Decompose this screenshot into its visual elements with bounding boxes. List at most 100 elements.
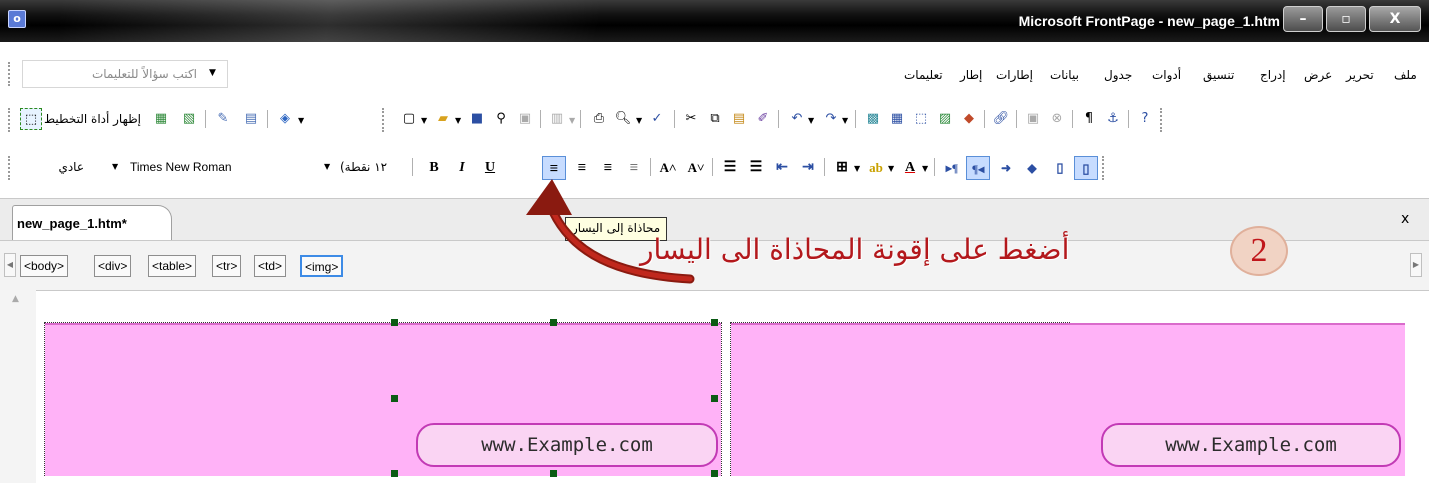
web-component-icon[interactable]: ▩ [862,108,884,130]
help-icon[interactable]: ? [1134,108,1156,130]
url-image-left[interactable]: www.Example.com [416,423,718,467]
print-preview-icon[interactable]: 🔍︎ [612,108,634,130]
redo-icon[interactable]: ↷ [820,108,842,130]
borders-dropdown-icon[interactable]: ▼ [854,164,860,173]
decrease-indent-icon[interactable]: ⇤ [770,156,794,180]
redo-dropdown-icon[interactable]: ▼ [842,116,848,125]
search-icon[interactable]: ⚲ [490,108,512,130]
selection-handle[interactable] [550,319,557,326]
size-dropdown-icon[interactable]: ▼ [324,162,330,171]
show-layout-tool-label[interactable]: إظهار أداة التخطيط [44,112,141,126]
font-combo[interactable]: ▼ Times New Roman [112,156,312,180]
underline-button[interactable]: U [478,156,502,180]
bold-button[interactable]: B [422,156,446,180]
stop-icon[interactable]: ⊗ [1046,108,1068,130]
preview-dropdown-icon[interactable]: ▼ [636,116,642,125]
font-dropdown-icon[interactable]: ▼ [112,162,118,171]
fill-color-dropdown-icon[interactable]: ▼ [298,116,304,125]
print-icon[interactable]: ⎙ [588,108,610,130]
refresh-icon[interactable]: ▣ [1022,108,1044,130]
maximize-button[interactable]: ▫ [1326,6,1366,32]
toggle-pane-icon[interactable]: ▥ [546,108,568,130]
bullet-list-icon[interactable]: ☰ [744,156,768,180]
highlight-dropdown-icon[interactable]: ▼ [888,164,894,173]
italic-button[interactable]: I [450,156,474,180]
selection-handle[interactable] [550,470,557,477]
ltr-icon[interactable]: ▸¶ [940,156,964,180]
menu-frame[interactable]: إطار [960,68,982,82]
tag-scroll-left-icon[interactable]: ◀ [4,253,16,277]
new-dropdown-icon[interactable]: ▼ [421,116,427,125]
arrow-left-icon[interactable]: ◆ [1020,156,1044,180]
menu-data[interactable]: بيانات [1050,68,1079,82]
publish-icon[interactable]: ▣ [514,108,536,130]
spelling-icon[interactable]: ✓ [646,108,668,130]
pane-dropdown-icon[interactable]: ▼ [569,116,575,125]
minimize-button[interactable]: – [1283,6,1323,32]
insert-layer-icon[interactable]: ⬚ [910,108,932,130]
page-rtl-icon[interactable]: ▯ [1074,156,1098,180]
help-dropdown-icon[interactable]: ▼ [209,68,216,78]
new-page-icon[interactable]: ▢ [398,108,420,130]
quick-tag-body[interactable]: <body> [20,255,69,277]
quick-tag-div[interactable]: <div> [94,255,132,277]
selection-handle[interactable] [711,395,718,402]
highlight-icon[interactable]: ab [864,156,888,180]
format-painter-icon[interactable]: ✐ [752,108,774,130]
rtl-icon[interactable]: ¶◂ [966,156,990,180]
save-icon[interactable]: ■ [466,108,488,130]
selection-handle[interactable] [711,470,718,477]
undo-dropdown-icon[interactable]: ▼ [808,116,814,125]
close-button[interactable]: X [1369,6,1421,32]
toolbar-grip-left[interactable] [8,108,14,132]
menu-view[interactable]: عرض [1304,68,1332,82]
numbered-list-icon[interactable]: ☰ [718,156,742,180]
menu-edit[interactable]: تحرير [1346,68,1374,82]
table-properties-icon[interactable]: ▤ [240,108,262,130]
undo-icon[interactable]: ↶ [786,108,808,130]
page-ltr-icon[interactable]: ▯ [1048,156,1072,180]
selection-handle[interactable] [711,319,718,326]
close-tab-icon[interactable]: x [1401,211,1409,227]
menubar-grip[interactable] [8,62,14,86]
quick-tag-tr[interactable]: <tr> [212,255,242,277]
style-combo[interactable]: عادي [20,156,90,180]
arrow-right-icon[interactable]: ➜ [994,156,1018,180]
insert-picture-icon[interactable]: ▨ [934,108,956,130]
tab-new-page[interactable]: new_page_1.htm* [12,205,172,241]
layout-tool-icon[interactable]: ⬚ [20,108,42,130]
toolbar-grip-right[interactable] [1160,108,1166,132]
bookmark-anchor-icon[interactable]: ⚓︎ [1102,108,1124,130]
help-question-box[interactable]: ▼ اكتب سؤالاً للتعليمات [22,60,228,88]
menu-format[interactable]: تنسيق [1203,68,1234,82]
font-color-dropdown-icon[interactable]: ▼ [922,164,928,173]
vertical-scrollbar[interactable]: ▲ [0,290,36,483]
menu-insert[interactable]: إدراج [1260,68,1286,82]
cut-icon[interactable]: ✂ [680,108,702,130]
fill-color-icon[interactable]: ◈ [274,108,296,130]
menu-tools[interactable]: أدوات [1152,68,1181,82]
increase-indent-icon[interactable]: ⇥ [796,156,820,180]
menu-frames[interactable]: إطارات [996,68,1033,82]
table-layout-icon[interactable]: ▦ [150,108,172,130]
size-combo[interactable]: ▼ ١٢ نقطة) [318,156,408,180]
menu-file[interactable]: ملف [1394,68,1417,82]
quick-tag-td[interactable]: <td> [254,255,287,277]
frontpage-app-icon[interactable]: o [8,10,26,28]
copy-icon[interactable]: ⧉ [704,108,726,130]
open-dropdown-icon[interactable]: ▼ [455,116,461,125]
format-toolbar-grip[interactable] [8,156,14,180]
paste-icon[interactable]: ▤ [728,108,750,130]
quick-tag-table[interactable]: <table> [148,255,197,277]
scroll-up-icon[interactable]: ▲ [12,294,19,304]
format-toolbar-grip-end[interactable] [1102,156,1108,180]
cell-layout-icon[interactable]: ▧ [178,108,200,130]
quick-tag-img[interactable]: <img> [300,255,344,277]
selection-handle[interactable] [391,395,398,402]
drawing-icon[interactable]: ◆ [958,108,980,130]
hyperlink-icon[interactable]: 🔗︎ [990,108,1012,130]
menu-help[interactable]: تعليمات [904,68,943,82]
borders-icon[interactable]: ⊞ [830,156,854,180]
font-color-icon[interactable]: A [898,156,922,180]
show-all-icon[interactable]: ¶ [1078,108,1100,130]
